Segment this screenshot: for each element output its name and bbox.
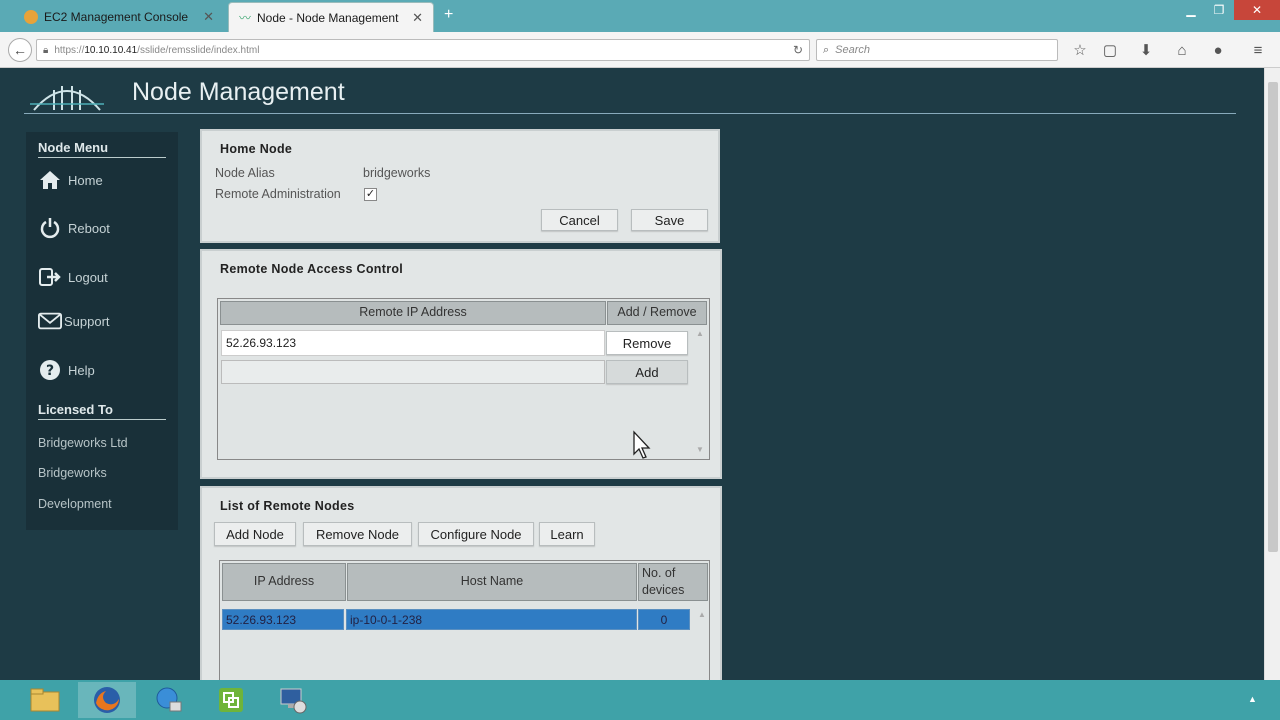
- window-close-button[interactable]: ✕: [1234, 0, 1280, 20]
- download-icon[interactable]: ⬇: [1136, 40, 1156, 60]
- remote-ip-input[interactable]: 52.26.93.123: [221, 330, 605, 356]
- sidebar-item-label: Reboot: [68, 220, 110, 236]
- chat-icon[interactable]: ●: [1208, 40, 1228, 60]
- sidebar-item-label: Help: [68, 362, 95, 378]
- hamburger-menu-icon[interactable]: ≡: [1248, 40, 1268, 60]
- bookmark-star-icon[interactable]: ☆: [1070, 40, 1090, 60]
- node-alias-value: bridgeworks: [363, 166, 431, 180]
- new-remote-ip-input[interactable]: [221, 360, 605, 384]
- remote-admin-label: Remote Administration: [215, 187, 341, 201]
- sidebar-item-label: Logout: [68, 269, 108, 285]
- bridge-logo-icon: [30, 86, 104, 111]
- node-menu-heading: Node Menu: [38, 140, 166, 158]
- tab-label: EC2 Management Console: [44, 10, 189, 24]
- page-header: Node Management: [24, 68, 1236, 114]
- tab-ec2-console[interactable]: EC2 Management Console ✕: [14, 2, 224, 32]
- sidebar: Node Menu Home Reboot Logout Support ? H…: [26, 132, 178, 530]
- reload-icon[interactable]: ↻: [793, 43, 803, 57]
- node-devices-cell[interactable]: 0: [638, 609, 690, 630]
- svg-text:?: ?: [46, 363, 54, 379]
- licensed-line: Development: [38, 497, 112, 511]
- lock-icon: 🔒︎: [43, 44, 49, 56]
- sidebar-item-label: Support: [64, 313, 110, 329]
- remove-ip-button[interactable]: Remove: [606, 331, 688, 355]
- node-ip-cell[interactable]: 52.26.93.123: [222, 609, 344, 630]
- search-input[interactable]: ⌕ Search: [816, 39, 1058, 61]
- scrollbar-thumb[interactable]: [1268, 82, 1278, 552]
- remote-nodes-title: List of Remote Nodes: [220, 499, 355, 513]
- firefox-icon[interactable]: [78, 682, 136, 718]
- sidebar-item-help[interactable]: ? Help: [38, 358, 95, 382]
- mail-icon: [38, 309, 62, 333]
- configure-node-button[interactable]: Configure Node: [418, 522, 534, 546]
- licensed-line: Bridgeworks Ltd: [38, 436, 128, 450]
- pulse-icon: 〰: [239, 11, 252, 25]
- sidebar-item-label: Home: [68, 172, 103, 188]
- clipboard-icon[interactable]: ▢: [1100, 40, 1120, 60]
- add-node-button[interactable]: Add Node: [214, 522, 296, 546]
- add-ip-button[interactable]: Add: [606, 360, 688, 384]
- home-icon: [38, 168, 62, 192]
- licensed-line: Bridgeworks: [38, 466, 107, 480]
- col-add-remove-header: Add / Remove: [607, 301, 707, 325]
- tab-node-management[interactable]: 〰 Node - Node Management ✕: [228, 2, 434, 32]
- col-host-name-header: Host Name: [347, 563, 637, 601]
- back-arrow-icon[interactable]: ←: [8, 38, 32, 62]
- remote-admin-checkbox[interactable]: ✓: [364, 188, 377, 201]
- new-tab-button[interactable]: +: [444, 6, 453, 24]
- node-alias-label: Node Alias: [215, 166, 275, 180]
- url-path: /sslide/remsslide/index.html: [137, 44, 260, 56]
- tray-expand-icon[interactable]: ▲: [1248, 694, 1257, 704]
- col-ip-address-header: IP Address: [222, 563, 346, 601]
- page-title: Node Management: [132, 78, 345, 106]
- browser-nav-bar: ← 🔒︎ https://10.10.10.41/sslide/remsslid…: [0, 32, 1280, 68]
- learn-button[interactable]: Learn: [539, 522, 595, 546]
- close-icon[interactable]: ✕: [203, 9, 214, 25]
- col-devices-header: No. of devices: [638, 563, 708, 601]
- file-explorer-icon[interactable]: [16, 682, 74, 718]
- browser-tab-bar: EC2 Management Console ✕ 〰 Node - Node M…: [0, 0, 1280, 32]
- cancel-button[interactable]: Cancel: [541, 209, 618, 231]
- aws-icon: [24, 10, 38, 24]
- scroll-down-icon[interactable]: ▼: [696, 445, 704, 454]
- col-remote-ip-header: Remote IP Address: [220, 301, 606, 325]
- minimize-button[interactable]: ▁: [1178, 0, 1204, 20]
- page-content: Node Management Node Menu Home Reboot Lo…: [0, 68, 1264, 680]
- search-placeholder: Search: [835, 44, 871, 56]
- mouse-cursor-icon: [633, 430, 651, 459]
- url-bar[interactable]: 🔒︎ https://10.10.10.41/sslide/remsslide/…: [36, 39, 810, 61]
- sidebar-item-logout[interactable]: Logout: [38, 265, 108, 289]
- remote-desktop-icon[interactable]: [264, 682, 322, 718]
- sidebar-item-reboot[interactable]: Reboot: [38, 216, 110, 240]
- maximize-button[interactable]: ❐: [1206, 0, 1232, 20]
- remote-nodes-grid: IP Address Host Name No. of devices 52.2…: [219, 560, 710, 680]
- save-button[interactable]: Save: [631, 209, 708, 231]
- scroll-up-icon[interactable]: ▲: [696, 329, 704, 338]
- scroll-up-icon[interactable]: ▲: [698, 610, 706, 619]
- search-icon: ⌕: [823, 43, 830, 56]
- col-devices-line: No. of: [642, 565, 676, 580]
- col-devices-line: devices: [642, 583, 685, 597]
- url-prefix: https://: [54, 44, 85, 56]
- vsphere-client-icon[interactable]: [202, 682, 260, 718]
- close-icon[interactable]: ✕: [412, 10, 423, 26]
- network-globe-icon[interactable]: [140, 682, 198, 718]
- node-host-cell[interactable]: ip-10-0-1-238: [346, 609, 637, 630]
- power-icon: [38, 216, 62, 240]
- logout-icon: [38, 265, 62, 289]
- home-toolbar-icon[interactable]: ⌂: [1172, 40, 1192, 60]
- home-node-title: Home Node: [220, 142, 293, 156]
- windows-taskbar: ▲: [0, 680, 1280, 720]
- remote-nodes-panel: List of Remote Nodes Add Node Remove Nod…: [200, 486, 722, 680]
- url-host: 10.10.10.41: [84, 44, 138, 56]
- sidebar-item-home[interactable]: Home: [38, 168, 103, 192]
- remove-node-button[interactable]: Remove Node: [303, 522, 412, 546]
- help-icon: ?: [38, 358, 62, 382]
- tab-label: Node - Node Management: [257, 10, 399, 25]
- access-control-title: Remote Node Access Control: [220, 262, 404, 276]
- page-scrollbar[interactable]: [1264, 68, 1280, 680]
- home-node-panel: Home Node Node Alias bridgeworks Remote …: [200, 129, 720, 243]
- licensed-to-heading: Licensed To: [38, 402, 166, 420]
- sidebar-item-support[interactable]: Support: [38, 309, 110, 333]
